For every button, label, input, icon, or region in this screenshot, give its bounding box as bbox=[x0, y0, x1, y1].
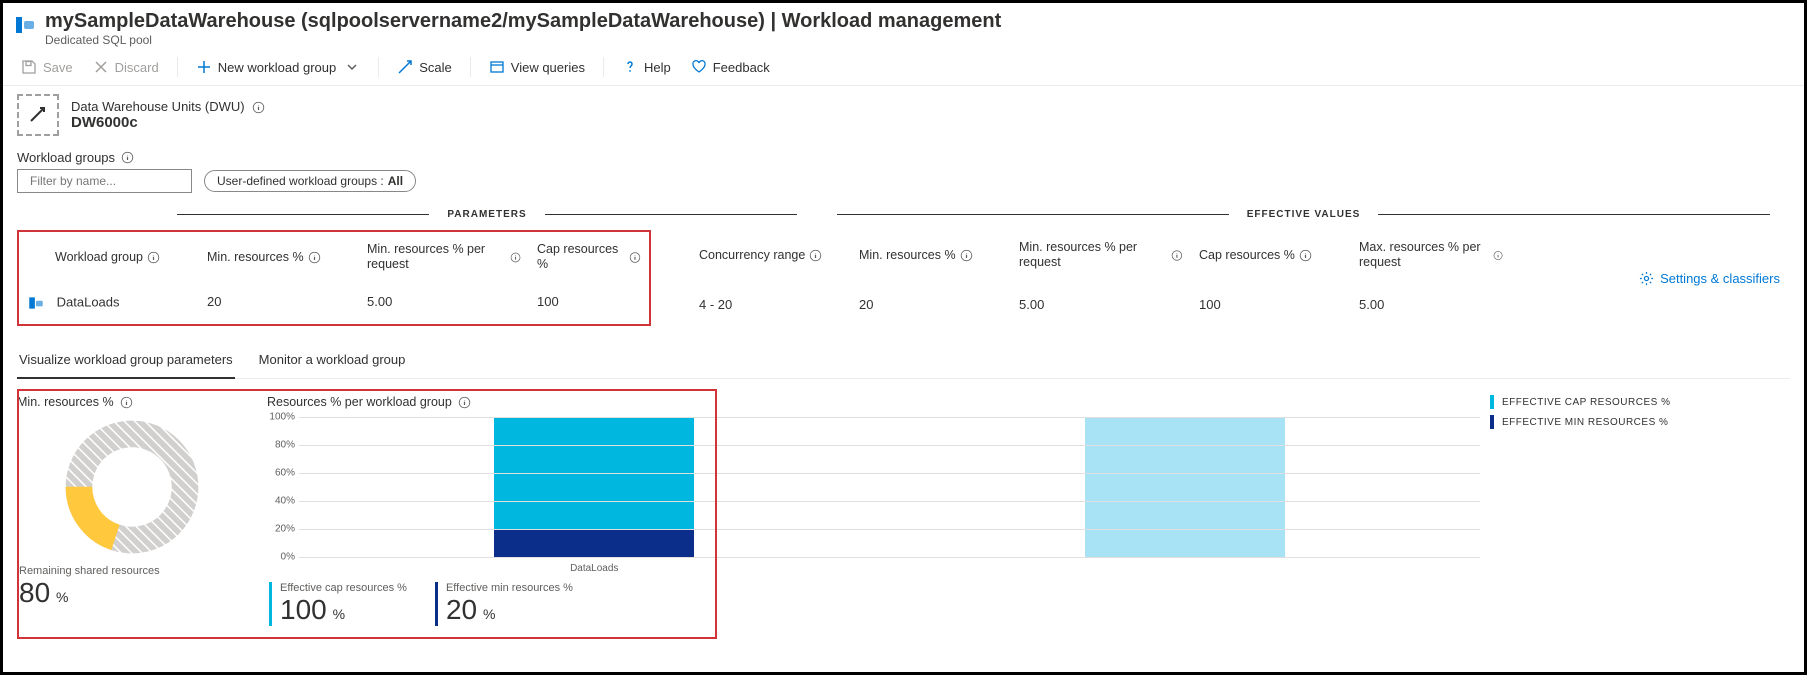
dwu-icon bbox=[17, 94, 59, 136]
row-eff-min: 20 bbox=[851, 291, 1011, 327]
info-icon[interactable] bbox=[809, 249, 822, 262]
pill-value: All bbox=[388, 174, 403, 188]
resources-per-group-title: Resources % per workload group bbox=[267, 395, 452, 409]
help-icon bbox=[622, 59, 638, 75]
row-eff-min-per-request: 5.00 bbox=[1011, 291, 1191, 327]
help-button[interactable]: Help bbox=[614, 55, 679, 79]
workload-group-table: Workload group Min. resources % Min. res… bbox=[17, 230, 1790, 326]
col-eff-max-per-request: Max. resources % per request bbox=[1359, 240, 1489, 270]
sql-pool-icon bbox=[13, 13, 37, 37]
info-icon[interactable] bbox=[960, 249, 973, 262]
separator bbox=[378, 57, 379, 77]
row-concurrency: 4 - 20 bbox=[691, 291, 851, 327]
column-group-headers: PARAMETERS EFFECTIVE VALUES bbox=[177, 209, 1770, 220]
feedback-label: Feedback bbox=[713, 60, 770, 75]
scale-icon bbox=[397, 59, 413, 75]
gear-icon bbox=[1639, 271, 1654, 286]
info-icon[interactable] bbox=[510, 251, 521, 264]
cap-stat-label: Effective cap resources % bbox=[280, 582, 407, 594]
dwu-label: Data Warehouse Units (DWU) bbox=[71, 99, 245, 114]
discard-button[interactable]: Discard bbox=[85, 55, 167, 79]
info-icon[interactable] bbox=[147, 251, 160, 264]
save-button[interactable]: Save bbox=[13, 55, 81, 79]
tab-visualize[interactable]: Visualize workload group parameters bbox=[17, 344, 235, 379]
info-icon[interactable] bbox=[458, 396, 471, 409]
parameters-header: PARAMETERS bbox=[429, 209, 544, 220]
info-icon[interactable] bbox=[121, 151, 134, 164]
discard-label: Discard bbox=[115, 60, 159, 75]
info-icon[interactable] bbox=[252, 101, 265, 114]
view-queries-label: View queries bbox=[511, 60, 585, 75]
dwu-value: DW6000c bbox=[71, 114, 265, 131]
info-icon[interactable] bbox=[120, 396, 133, 409]
new-workload-group-label: New workload group bbox=[218, 60, 337, 75]
col-workload-group: Workload group bbox=[55, 250, 143, 265]
min-resources-chart-title: Min. resources % bbox=[17, 395, 114, 409]
new-workload-group-button[interactable]: New workload group bbox=[188, 55, 369, 79]
legend-min: EFFECTIVE MIN RESOURCES % bbox=[1502, 417, 1668, 428]
effective-values-header: EFFECTIVE VALUES bbox=[1229, 209, 1379, 220]
pill-prefix: User-defined workload groups : bbox=[217, 174, 384, 188]
chart-legend: EFFECTIVE CAP RESOURCES % EFFECTIVE MIN … bbox=[1490, 395, 1790, 435]
legend-cap: EFFECTIVE CAP RESOURCES % bbox=[1502, 397, 1670, 408]
workload-groups-label: Workload groups bbox=[17, 150, 115, 165]
dwu-section: Data Warehouse Units (DWU) DW6000c bbox=[17, 94, 1790, 136]
workload-group-scope-pill[interactable]: User-defined workload groups : All bbox=[204, 170, 416, 192]
min-resources-donut-chart bbox=[17, 417, 247, 557]
col-eff-min: Min. resources % bbox=[859, 248, 956, 263]
scale-label: Scale bbox=[419, 60, 452, 75]
cap-stat-value: 100 bbox=[280, 594, 327, 625]
settings-classifiers-link[interactable]: Settings & classifiers bbox=[1629, 265, 1790, 292]
separator bbox=[177, 57, 178, 77]
page-subtitle: Dedicated SQL pool bbox=[45, 33, 1001, 47]
table-row[interactable]: DataLoads bbox=[19, 288, 199, 318]
command-bar: Save Discard New workload group Scale Vi… bbox=[3, 49, 1804, 86]
row-cap: 100 bbox=[529, 288, 649, 318]
settings-classifiers-label: Settings & classifiers bbox=[1660, 271, 1780, 286]
queries-icon bbox=[489, 59, 505, 75]
page-title: mySampleDataWarehouse (sqlpoolservername… bbox=[45, 9, 1001, 33]
plus-icon bbox=[196, 59, 212, 75]
discard-icon bbox=[93, 59, 109, 75]
row-min-resources: 20 bbox=[199, 288, 359, 318]
resources-bar-chart: 0%20%40%60%80%100% bbox=[299, 417, 1480, 557]
scale-button[interactable]: Scale bbox=[389, 55, 460, 79]
col-eff-cap: Cap resources % bbox=[1199, 248, 1295, 263]
separator bbox=[470, 57, 471, 77]
col-eff-min-per-request: Min. resources % per request bbox=[1019, 240, 1167, 270]
col-concurrency: Concurrency range bbox=[699, 248, 805, 263]
min-stat-label: Effective min resources % bbox=[446, 582, 573, 594]
info-icon[interactable] bbox=[1171, 249, 1183, 262]
min-stat-value: 20 bbox=[446, 594, 477, 625]
workload-group-icon bbox=[27, 294, 45, 312]
row-min-per-request: 5.00 bbox=[359, 288, 529, 318]
feedback-button[interactable]: Feedback bbox=[683, 55, 778, 79]
visualization-tabs: Visualize workload group parameters Moni… bbox=[17, 344, 1790, 379]
filter-input[interactable] bbox=[28, 173, 187, 189]
tab-monitor[interactable]: Monitor a workload group bbox=[257, 344, 408, 378]
info-icon[interactable] bbox=[1299, 249, 1312, 262]
page-header: mySampleDataWarehouse (sqlpoolservername… bbox=[3, 3, 1804, 49]
col-min-per-request: Min. resources % per request bbox=[367, 242, 506, 272]
row-name: DataLoads bbox=[57, 294, 120, 309]
col-min-resources: Min. resources % bbox=[207, 250, 304, 265]
info-icon[interactable] bbox=[629, 251, 641, 264]
filter-input-wrapper[interactable] bbox=[17, 169, 192, 193]
view-queries-button[interactable]: View queries bbox=[481, 55, 593, 79]
save-label: Save bbox=[43, 60, 73, 75]
save-icon bbox=[21, 59, 37, 75]
col-cap: Cap resources % bbox=[537, 242, 625, 272]
info-icon[interactable] bbox=[1493, 249, 1503, 262]
heart-icon bbox=[691, 59, 707, 75]
row-eff-max-per-request: 5.00 bbox=[1351, 291, 1511, 327]
separator bbox=[603, 57, 604, 77]
chevron-down-icon bbox=[344, 59, 360, 75]
info-icon[interactable] bbox=[308, 251, 321, 264]
row-eff-cap: 100 bbox=[1191, 291, 1351, 327]
remaining-value: 80 bbox=[19, 577, 50, 608]
help-label: Help bbox=[644, 60, 671, 75]
